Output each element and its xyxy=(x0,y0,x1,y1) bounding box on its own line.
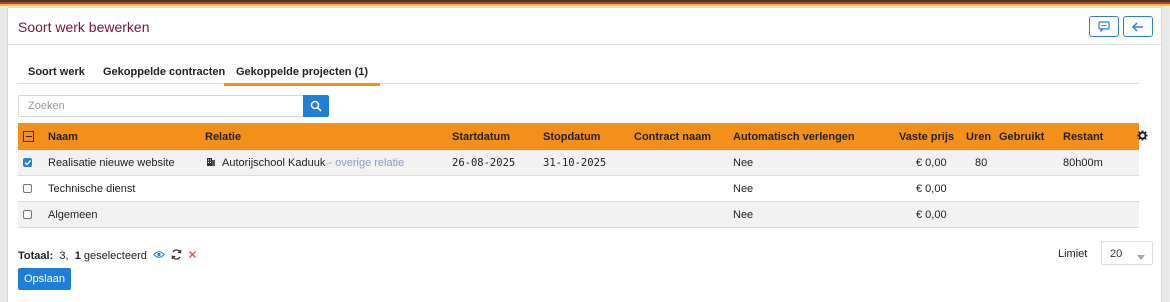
table-row[interactable]: Realisatie nieuwe website Autorijschool … xyxy=(18,150,1139,176)
cell-automatisch-verlengen: Nee xyxy=(733,183,754,195)
col-startdatum[interactable]: Startdatum xyxy=(452,131,510,143)
building-icon xyxy=(206,156,216,170)
row-checkbox[interactable] xyxy=(23,158,32,167)
check-icon xyxy=(24,160,32,166)
tab-gekoppelde-projecten[interactable]: Gekoppelde projecten (1) xyxy=(224,66,381,86)
cell-startdatum: 26-08-2025 xyxy=(452,157,516,169)
limiet-label: Limiet xyxy=(1058,248,1088,260)
relatie-name[interactable]: Autorijschool Kaduuk xyxy=(222,157,325,169)
col-vaste-prijs[interactable]: Vaste prijs xyxy=(899,131,954,143)
search-icon xyxy=(310,100,322,112)
selected-count: 1 xyxy=(74,249,81,262)
col-automatisch-verlengen[interactable]: Automatisch verlengen xyxy=(733,131,855,143)
selected-label: geselecteerd xyxy=(83,249,147,262)
cell-vaste-prijs: € 0,00 xyxy=(916,183,947,195)
top-stripe xyxy=(0,0,1170,7)
panel-header: Soort werk bewerken xyxy=(8,8,1161,45)
col-naam[interactable]: Naam xyxy=(48,131,78,143)
arrow-left-icon xyxy=(1132,21,1143,32)
row-checkbox[interactable] xyxy=(23,210,32,219)
refresh-icon[interactable] xyxy=(171,249,182,263)
scrollbar[interactable] xyxy=(1163,7,1170,302)
cell-stopdatum: 31-10-2025 xyxy=(543,157,607,169)
tab-bar: Soort werk Gekoppelde contracten Gekoppe… xyxy=(18,64,1139,86)
cell-relatie[interactable]: Autorijschool Kaduuk - overige relatie xyxy=(222,157,404,169)
table-footer: Totaal: 3, 1 geselecteerd xyxy=(18,249,197,263)
cell-naam: Realisatie nieuwe website xyxy=(48,157,175,169)
row-checkbox[interactable] xyxy=(23,184,32,193)
cell-automatisch-verlengen: Nee xyxy=(733,157,754,169)
col-contract-naam[interactable]: Contract naam xyxy=(634,131,711,143)
tab-soort-werk[interactable]: Soort werk xyxy=(28,66,85,84)
comment-icon xyxy=(1098,21,1110,32)
page-title: Soort werk bewerken xyxy=(18,19,150,35)
cell-restant: 80h00m xyxy=(1063,157,1103,169)
cell-automatisch-verlengen: Nee xyxy=(733,209,754,221)
col-uren[interactable]: Uren xyxy=(966,131,991,143)
clear-selection-icon[interactable] xyxy=(188,250,197,262)
table-row[interactable]: Algemeen Nee € 0,00 xyxy=(18,202,1139,228)
back-button[interactable] xyxy=(1123,16,1153,37)
limiet-value: 20 xyxy=(1110,248,1123,260)
save-button[interactable]: Opslaan xyxy=(18,268,71,290)
edit-panel: Soort werk bewerken Soort werk Gekoppeld… xyxy=(7,7,1162,302)
chevron-down-icon xyxy=(1137,251,1145,263)
col-restant[interactable]: Restant xyxy=(1063,131,1103,143)
table-row[interactable]: Technische dienst Nee € 0,00 xyxy=(18,176,1139,202)
search-button[interactable] xyxy=(303,95,329,117)
totaal-value: 3, xyxy=(59,249,69,262)
tab-gekoppelde-contracten[interactable]: Gekoppelde contracten xyxy=(103,66,225,84)
comment-button[interactable] xyxy=(1089,16,1119,37)
cell-vaste-prijs: € 0,00 xyxy=(916,157,947,169)
cell-naam: Technische dienst xyxy=(48,183,136,195)
col-relatie[interactable]: Relatie xyxy=(205,131,241,143)
gear-icon[interactable] xyxy=(1137,130,1148,144)
limiet-select[interactable]: 20 xyxy=(1101,241,1153,265)
table-header: Naam Relatie Startdatum Stopdatum Contra… xyxy=(18,123,1148,150)
col-stopdatum[interactable]: Stopdatum xyxy=(543,131,600,143)
cell-uren: 80 xyxy=(975,157,988,169)
search-input[interactable]: Zoeken xyxy=(18,95,303,117)
eye-icon[interactable] xyxy=(152,250,165,262)
cell-naam: Algemeen xyxy=(48,209,98,221)
relatie-extra: - overige relatie xyxy=(328,157,405,169)
col-gebruikt[interactable]: Gebruikt xyxy=(999,131,1044,143)
totaal-label: Totaal: xyxy=(18,249,54,262)
cell-vaste-prijs: € 0,00 xyxy=(916,209,947,221)
select-all-checkbox[interactable] xyxy=(23,131,34,142)
